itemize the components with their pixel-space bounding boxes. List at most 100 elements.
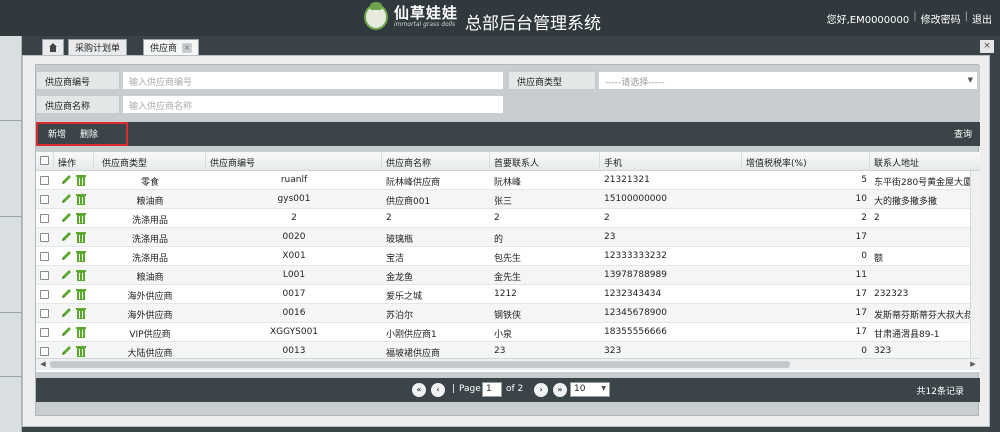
total-records: 共12条记录	[916, 387, 964, 397]
table-cell: 金先生	[494, 273, 522, 283]
supplier-type-select[interactable]: -----请选择----- ▼	[598, 71, 978, 90]
edit-icon[interactable]	[60, 345, 72, 357]
edit-icon[interactable]	[60, 212, 72, 224]
select-all-checkbox[interactable]	[40, 156, 49, 165]
table-cell: 金龙鱼	[386, 273, 414, 283]
delete-icon[interactable]	[76, 212, 86, 224]
search-button[interactable]: 查询	[954, 127, 972, 140]
brand-name: 仙草娃娃	[394, 4, 459, 22]
edit-icon[interactable]	[60, 269, 72, 281]
delete-icon[interactable]	[76, 231, 86, 243]
pager-divider: |	[452, 384, 456, 394]
workspace: 供应商编号 输入供应商编号 供应商类型 -----请选择----- ▼ 供应商名…	[22, 55, 1000, 432]
chevron-down-icon: ▼	[601, 385, 606, 392]
sidebar-divider	[0, 312, 22, 313]
row-checkbox[interactable]	[40, 176, 49, 185]
pagination-bar: « ‹ | Page 1 of 2 › » 10 ▼ 共12条记录	[36, 378, 980, 402]
next-page-button[interactable]: ›	[534, 383, 548, 397]
close-all-tabs-icon[interactable]: ×	[980, 40, 994, 53]
sidebar-divider	[0, 376, 22, 377]
page-size-select[interactable]: 10 ▼	[570, 382, 610, 397]
table-cell: 17	[855, 308, 867, 318]
table-row[interactable]: 零食 ruanlf 阮林峰供应商 阮林峰 21321321 5 东平街280号黄金屋大厦	[36, 171, 980, 190]
table-cell: 零食	[140, 178, 159, 188]
table-cell: 小泉	[494, 330, 513, 340]
delete-icon[interactable]	[76, 307, 86, 319]
horizontal-scrollbar[interactable]: ◀ ▶	[36, 358, 980, 370]
user-greeting: 您好,EM0000000	[826, 15, 910, 26]
vertical-scrollbar[interactable]	[970, 171, 980, 358]
last-page-button[interactable]: »	[553, 383, 567, 397]
prev-page-button[interactable]: ‹	[431, 383, 445, 397]
supplier-name-input[interactable]: 输入供应商名称	[122, 95, 504, 114]
table-cell: 阮林峰	[494, 178, 522, 188]
change-password-link[interactable]: 修改密码	[921, 11, 961, 26]
table-row[interactable]: 粮油商 gys001 供应商001 张三 15100000000 10 大的撒多撒多撒	[36, 190, 980, 209]
scroll-right-icon[interactable]: ▶	[968, 360, 978, 369]
table-cell: 2	[494, 213, 500, 223]
separator: |	[964, 11, 968, 22]
table-cell: 洗涤用品	[131, 254, 168, 264]
close-icon[interactable]: ×	[182, 42, 193, 53]
row-checkbox[interactable]	[40, 214, 49, 223]
column-header: 供应商编号	[206, 152, 382, 171]
search-filter-form: 供应商编号 输入供应商编号 供应商类型 -----请选择----- ▼ 供应商名…	[36, 65, 980, 119]
delete-icon[interactable]	[76, 288, 86, 300]
row-checkbox[interactable]	[40, 290, 49, 299]
edit-icon[interactable]	[60, 307, 72, 319]
delete-icon[interactable]	[76, 269, 86, 281]
table-cell: 17	[855, 232, 867, 242]
table-cell: 东平街280号黄金屋大厦	[874, 178, 970, 188]
tab-label: 采购计划单	[75, 44, 121, 54]
edit-icon[interactable]	[60, 250, 72, 262]
table-row[interactable]: 海外供应商 0016 苏泊尔 钢铁侠 12345678900 17 发斯蒂芬斯蒂芬大叔大叔	[36, 304, 980, 323]
scrollbar-thumb[interactable]	[50, 361, 790, 368]
delete-icon[interactable]	[76, 174, 86, 186]
header-checkbox-cell	[36, 152, 54, 171]
page-number-input[interactable]: 1	[482, 382, 502, 397]
row-checkbox[interactable]	[40, 328, 49, 337]
add-button[interactable]: 新增	[48, 127, 66, 140]
table-row[interactable]: 洗涤用品 0020 玻璃瓶 的 23 17	[36, 228, 980, 247]
table-cell: 17	[855, 327, 867, 337]
edit-icon[interactable]	[60, 193, 72, 205]
row-checkbox[interactable]	[40, 252, 49, 261]
chevron-down-icon: ▼	[967, 76, 973, 84]
table-row[interactable]: VIP供应商 XGGYS001 小刚供应商1 小泉 18355556666 17 甘肃通渭县…	[36, 323, 980, 342]
delete-icon[interactable]	[76, 193, 86, 205]
first-page-button[interactable]: «	[412, 383, 426, 397]
scroll-left-icon[interactable]: ◀	[38, 360, 48, 369]
table-row[interactable]: 洗涤用品 X001 宝洁 包先生 12333333232 0 额	[36, 247, 980, 266]
table-row[interactable]: 海外供应商 0017 爱乐之城 1212 1232343434 17 232323	[36, 285, 980, 304]
edit-icon[interactable]	[60, 326, 72, 338]
edit-icon[interactable]	[60, 288, 72, 300]
table-cell: L001	[282, 270, 306, 280]
edit-icon[interactable]	[60, 231, 72, 243]
doll-logo-icon	[364, 2, 388, 30]
row-checkbox[interactable]	[40, 271, 49, 280]
edit-icon[interactable]	[60, 174, 72, 186]
supplier-page: 供应商编号 输入供应商编号 供应商类型 -----请选择----- ▼ 供应商名…	[35, 64, 980, 416]
table-row[interactable]: 洗涤用品 2 2 2 2 2 2	[36, 209, 980, 228]
delete-icon[interactable]	[76, 250, 86, 262]
system-title: 总部后台管理系统	[465, 14, 601, 34]
row-checkbox[interactable]	[40, 195, 49, 204]
row-checkbox[interactable]	[40, 309, 49, 318]
logout-link[interactable]: 退出	[972, 11, 992, 26]
row-checkbox[interactable]	[40, 233, 49, 242]
row-checkbox[interactable]	[40, 347, 49, 356]
tab-purchase-plan[interactable]: 采购计划单	[68, 39, 128, 55]
table-cell: XGGYS001	[269, 327, 319, 337]
table-row[interactable]: 粮油商 L001 金龙鱼 金先生 13978788989 11	[36, 266, 980, 285]
page-count-label: of 2	[506, 384, 524, 394]
table-cell: VIP供应商	[129, 330, 171, 340]
delete-icon[interactable]	[76, 345, 86, 357]
tab-supplier[interactable]: 供应商 ×	[143, 39, 200, 55]
delete-button[interactable]: 删除	[80, 127, 98, 140]
delete-icon[interactable]	[76, 326, 86, 338]
column-header: 手机	[600, 152, 742, 171]
supplier-code-input[interactable]: 输入供应商编号	[122, 71, 504, 90]
tab-home[interactable]	[42, 39, 64, 55]
brand-tagline: immortal grass dolls	[394, 21, 456, 28]
supplier-name-label: 供应商名称	[36, 95, 120, 114]
